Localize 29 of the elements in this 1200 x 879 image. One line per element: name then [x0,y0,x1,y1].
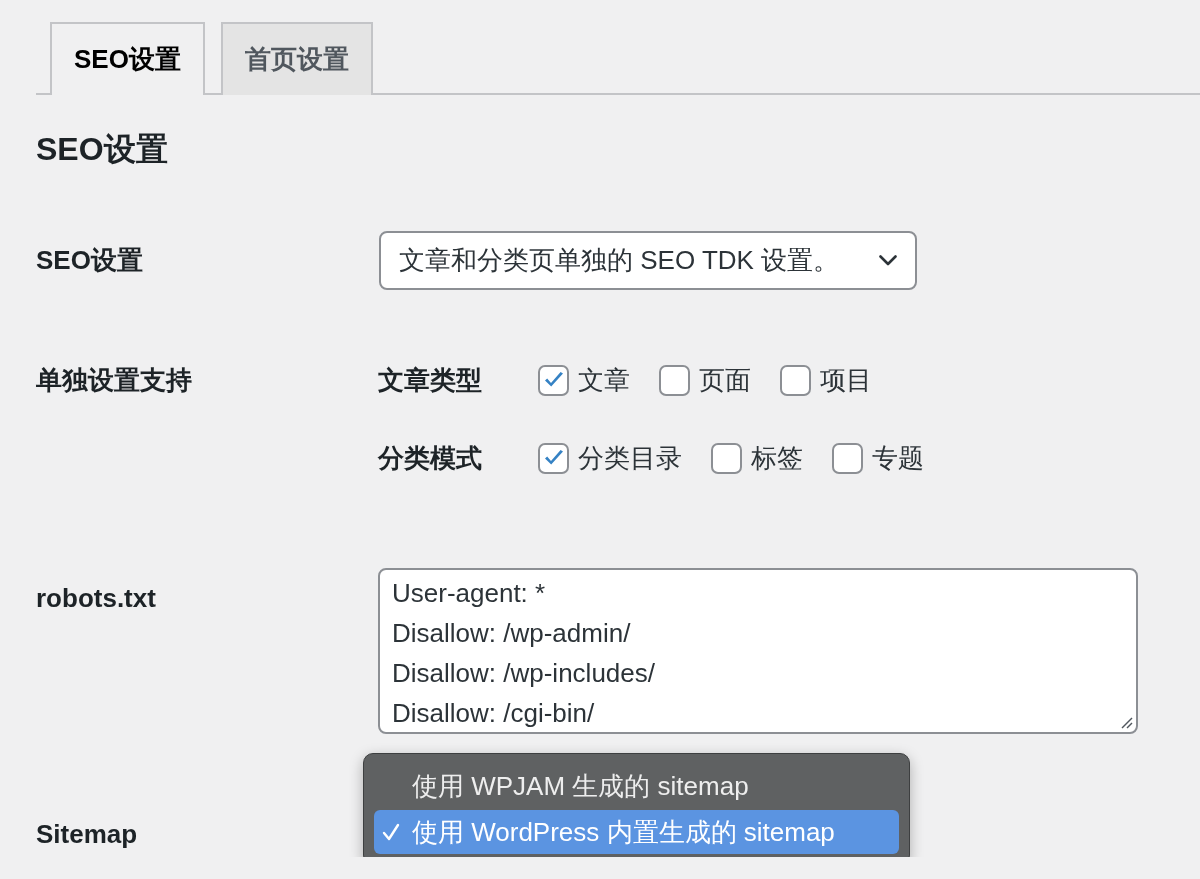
field-label: robots.txt [36,582,156,615]
checkbox-label[interactable]: 页面 [699,362,751,398]
checkbox[interactable] [711,442,742,474]
tab[interactable]: 首页设置 [220,22,373,95]
group-label: 分类模式 [378,441,483,475]
select-field[interactable]: 文章和分类页单独的 SEO TDK 设置。 [379,231,917,290]
checkbox[interactable] [538,442,569,474]
checkmark-icon [543,450,564,466]
section-heading: SEO设置 [36,130,169,169]
checkbox[interactable] [780,364,811,396]
group-label: 文章类型 [378,363,483,397]
checkbox[interactable] [659,364,690,396]
checkmark-icon [543,372,564,388]
checkbox-label[interactable]: 标签 [751,440,803,476]
menu-option[interactable]: 使用 WPJAM 生成的 sitemap [374,764,899,808]
check-icon [382,823,400,841]
resize-handle-icon [1121,717,1133,729]
tab[interactable]: SEO设置 [50,22,205,95]
checkbox[interactable] [832,442,863,474]
chevron-down-icon [879,255,897,266]
field-label: SEO设置 [36,244,143,277]
checkbox[interactable] [538,364,569,396]
checkbox-label[interactable]: 文章 [578,362,630,398]
field-label: Sitemap [36,818,138,851]
checkbox-label[interactable]: 项目 [820,362,872,398]
checkbox-label[interactable]: 分类目录 [578,440,682,476]
field-label: 单独设置支持 [36,364,192,397]
robots-textarea[interactable]: User-agent: * Disallow: /wp-admin/ Disallow: /wp-includes/ Disallow: /cgi-bin/ [378,568,1138,734]
checkbox-label[interactable]: 专题 [872,440,924,476]
